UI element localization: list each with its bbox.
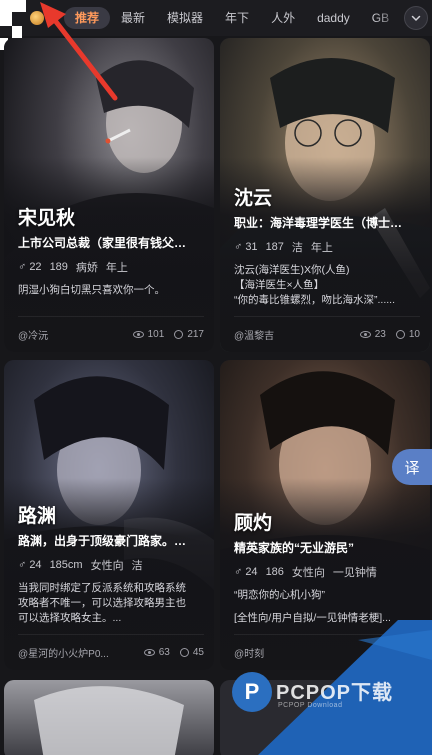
watermark-text: PCPOP下载	[276, 682, 394, 704]
watermark-logo-icon: P	[232, 672, 272, 712]
watermark-subtext: PCPOP Download	[278, 702, 343, 709]
